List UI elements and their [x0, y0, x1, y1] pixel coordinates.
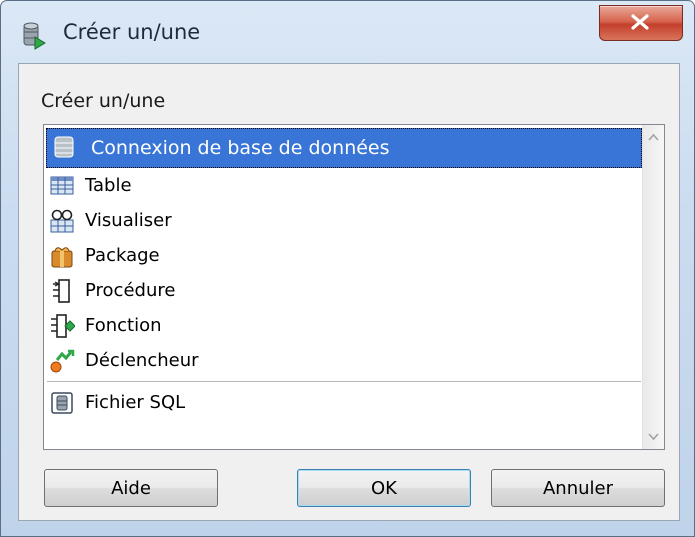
function-icon [51, 314, 75, 338]
list-item-label: Connexion de base de données [91, 137, 390, 159]
list-item-package[interactable]: Package [47, 239, 641, 272]
object-type-list[interactable]: Connexion de base de données Table Visua… [43, 124, 665, 450]
list-item-label: Déclencheur [85, 350, 199, 371]
database-icon [54, 136, 74, 158]
dialog-content: Créer un/une Connexion de base de donnée… [18, 63, 680, 521]
scroll-down-icon[interactable] [646, 429, 661, 444]
list-caption: Créer un/une [41, 90, 166, 112]
package-icon [51, 247, 73, 268]
list-item-label: Package [85, 245, 160, 266]
list-item-label: Table [85, 175, 132, 196]
list-item-sql-file[interactable]: Fichier SQL [47, 386, 641, 419]
list-item-label: Visualiser [85, 210, 172, 231]
table-icon [50, 176, 74, 195]
list-separator [47, 381, 641, 382]
procedure-icon [53, 279, 70, 303]
help-button[interactable]: Aide [44, 469, 218, 507]
view-icon [50, 209, 74, 233]
list-scrollbar[interactable] [642, 125, 664, 449]
ok-button[interactable]: OK [297, 469, 471, 507]
dialog-window: Créer un/une Créer un/une Connexion de b… [0, 0, 695, 537]
list-item-label: Fonction [85, 315, 162, 336]
list-item-trigger[interactable]: Déclencheur [47, 344, 641, 377]
list-item-table[interactable]: Table [47, 169, 641, 202]
close-button[interactable] [599, 5, 683, 41]
window-title: Créer un/une [63, 20, 201, 44]
database-create-icon [23, 22, 46, 50]
list-item-database-connection[interactable]: Connexion de base de données [46, 128, 642, 168]
title-bar[interactable]: Créer un/une [1, 1, 694, 63]
trigger-icon [50, 349, 75, 373]
list-item-view[interactable]: Visualiser [47, 204, 641, 237]
list-item-procedure[interactable]: Procédure [47, 274, 641, 307]
list-item-function[interactable]: Fonction [47, 309, 641, 342]
sql-file-icon [51, 392, 73, 414]
list-item-label: Fichier SQL [85, 392, 186, 413]
list-item-label: Procédure [85, 280, 176, 301]
close-icon [631, 14, 649, 30]
cancel-button[interactable]: Annuler [491, 469, 665, 507]
scroll-up-icon[interactable] [646, 130, 661, 145]
